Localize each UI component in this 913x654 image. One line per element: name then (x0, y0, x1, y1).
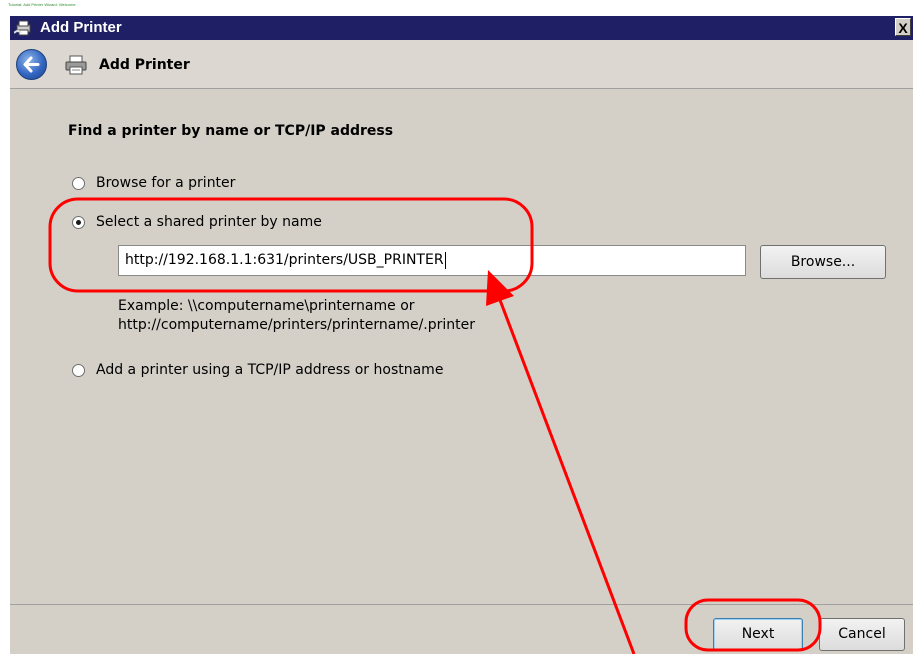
close-button[interactable]: X (895, 18, 911, 36)
radio-shared-by-name[interactable] (72, 216, 85, 229)
printer-icon (14, 20, 31, 36)
title-bar: Add Printer X (10, 16, 913, 40)
add-printer-window: Add Printer X Add Printer Find a printer… (10, 16, 913, 654)
example-line-2: http://computername/printers/printername… (118, 317, 476, 333)
radio-browse[interactable] (72, 177, 85, 190)
wizard-title: Add Printer (99, 57, 190, 73)
option-browse-label[interactable]: Browse for a printer (96, 175, 235, 191)
wizard-footer: Next Cancel (10, 605, 913, 654)
printer-icon (65, 55, 87, 75)
browse-button[interactable]: Browse... (760, 245, 886, 279)
example-line-1: Example: \\computername\printername or (118, 298, 415, 314)
next-button[interactable]: Next (713, 618, 803, 651)
back-button[interactable] (16, 49, 47, 80)
cancel-button[interactable]: Cancel (819, 618, 905, 651)
wizard-nav-bar: Add Printer (10, 40, 913, 88)
back-arrow-icon (23, 56, 40, 73)
page-heading: Find a printer by name or TCP/IP address (68, 123, 394, 139)
radio-tcpip[interactable] (72, 364, 85, 377)
option-shared-by-name-label[interactable]: Select a shared printer by name (96, 214, 322, 230)
example-text: Example: \\computername\printername or h… (118, 297, 475, 335)
tutorial-caption: Tutorial: Add Printer Wizard: Welcome (8, 2, 76, 7)
text-cursor (444, 251, 446, 269)
printer-url-value: http://192.168.1.1:631/printers/USB_PRIN… (125, 252, 444, 268)
printer-url-input[interactable]: http://192.168.1.1:631/printers/USB_PRIN… (118, 245, 746, 276)
option-tcpip-label[interactable]: Add a printer using a TCP/IP address or … (96, 362, 443, 378)
window-title: Add Printer (40, 19, 122, 36)
wizard-content: Find a printer by name or TCP/IP address… (10, 88, 913, 605)
